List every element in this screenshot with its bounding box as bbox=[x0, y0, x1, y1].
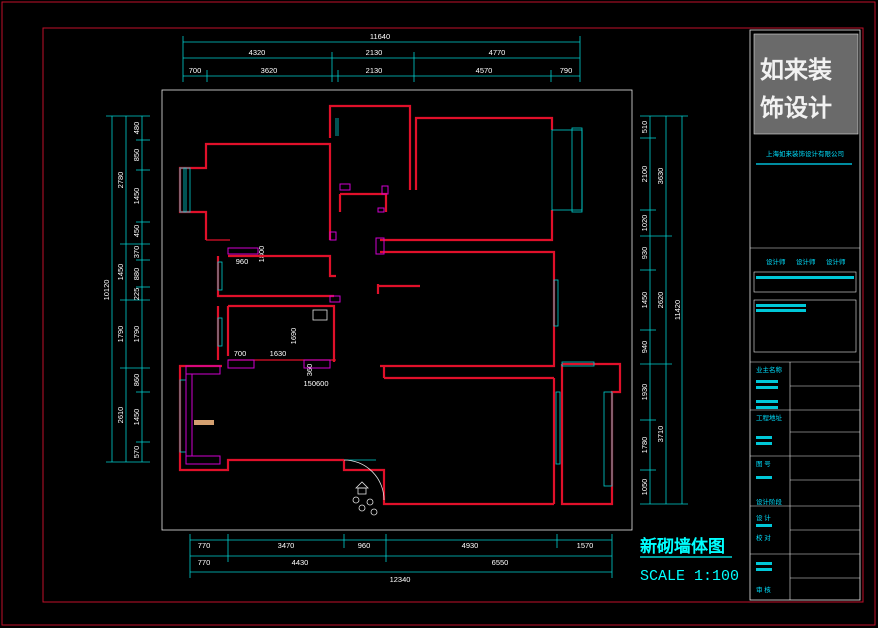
field-drawing-no: 图 号 bbox=[756, 460, 771, 468]
dim-interior-3: 1690 bbox=[289, 328, 298, 345]
top-dimension-lines bbox=[182, 36, 581, 82]
dim-interior-5: 150600 bbox=[303, 379, 328, 388]
door-marker bbox=[194, 420, 214, 425]
shaft-marker bbox=[312, 309, 328, 321]
left-dimension-lines bbox=[106, 115, 150, 463]
dim-top-row2-4: 790 bbox=[560, 66, 573, 75]
field-stage: 设计阶段 bbox=[756, 497, 783, 506]
dim-top-row1-2: 4770 bbox=[489, 48, 506, 57]
dim-top-total: 11640 bbox=[370, 32, 390, 41]
dim-left-row1-2: 1790 bbox=[116, 326, 125, 343]
field-approve: 审 核 bbox=[756, 585, 771, 594]
drawing-title: 新砌墙体图 bbox=[640, 536, 725, 557]
dim-bottom-row1-1: 3470 bbox=[278, 541, 295, 550]
drawing-scale: SCALE 1:100 bbox=[640, 568, 739, 585]
dim-right-row2-2: 1020 bbox=[640, 215, 649, 232]
fixtures bbox=[185, 183, 389, 465]
designer-1: 设计师 bbox=[766, 257, 786, 266]
dim-left-row2-9: 1450 bbox=[132, 409, 141, 426]
dim-left-row2-1: 850 bbox=[132, 149, 141, 162]
dim-top-row2-1: 3620 bbox=[261, 66, 278, 75]
dim-top-row1-0: 4320 bbox=[249, 48, 266, 57]
dim-bottom-row1-0: 770 bbox=[198, 541, 211, 550]
dim-right-total: 11420 bbox=[673, 300, 682, 320]
project-bar bbox=[756, 276, 854, 279]
dim-right-row2-6: 1930 bbox=[640, 384, 649, 401]
dim-right-row1-2: 3710 bbox=[656, 426, 665, 443]
designer-3: 设计师 bbox=[826, 257, 846, 266]
dim-bottom-row1-3: 4930 bbox=[462, 541, 479, 550]
dim-left-row2-10: 570 bbox=[132, 446, 141, 459]
dim-right-row2-8: 1050 bbox=[640, 479, 649, 496]
company-name: 上海如来装饰设计有限公司 bbox=[766, 149, 844, 158]
dim-left-row2-7: 1790 bbox=[132, 326, 141, 343]
dim-interior-4: 360 bbox=[305, 364, 314, 377]
dim-top-row1-1: 2130 bbox=[366, 48, 383, 57]
dim-interior-1: 700 bbox=[234, 349, 247, 358]
bottom-dimension-lines bbox=[189, 534, 613, 578]
dim-right-row2-4: 1450 bbox=[640, 292, 649, 309]
dim-bottom-row1-2: 960 bbox=[358, 541, 371, 550]
outer-border bbox=[1, 1, 876, 626]
dim-left-row2-3: 450 bbox=[132, 225, 141, 238]
dim-top-row2-3: 4570 bbox=[476, 66, 493, 75]
dim-left-row1-1: 1450 bbox=[116, 264, 125, 281]
field-check: 校 对 bbox=[756, 533, 771, 542]
dim-bottom-row2-2: 6550 bbox=[492, 558, 509, 567]
dim-left-total: 10120 bbox=[102, 280, 111, 301]
designer-2: 设计师 bbox=[796, 257, 816, 266]
dim-left-row2-0: 480 bbox=[132, 122, 141, 135]
plant-symbol bbox=[343, 459, 385, 516]
logo-line-2: 饰设计 bbox=[760, 93, 832, 122]
dim-right-row2-0: 510 bbox=[640, 121, 649, 134]
dim-top-row2-2: 2130 bbox=[366, 66, 383, 75]
dim-top-row2-0: 700 bbox=[189, 66, 202, 75]
dim-left-row2-6: 225 bbox=[132, 288, 141, 301]
dim-right-row1-1: 2620 bbox=[656, 292, 665, 309]
dim-left-row1-0: 2780 bbox=[116, 172, 125, 189]
dim-left-row1-3: 2610 bbox=[116, 407, 125, 424]
dim-left-row2-8: 860 bbox=[132, 374, 141, 387]
dim-left-row2-2: 1450 bbox=[132, 188, 141, 205]
field-design: 设 计 bbox=[756, 513, 771, 522]
title-block: 如来装 饰设计 上海如来装饰设计有限公司 设计师 设计师 设计师 业主名称 工程… bbox=[749, 29, 861, 601]
dim-left-row2-4: 370 bbox=[132, 246, 141, 259]
floor-plan-drawing: 11640 4320 2130 4770 700 3620 2130 4570 790 770 34… bbox=[1, 1, 876, 626]
dim-interior-0: 960 bbox=[236, 257, 249, 266]
dim-bottom-total: 12340 bbox=[390, 575, 411, 584]
dim-left-row2-5: 880 bbox=[132, 268, 141, 281]
dim-right-row2-1: 2100 bbox=[640, 166, 649, 183]
dim-bottom-row1-4: 1570 bbox=[577, 541, 594, 550]
dim-right-row2-3: 930 bbox=[640, 247, 649, 260]
dimension-labels: 11640 4320 2130 4770 700 3620 2130 4570 790 770 34… bbox=[102, 32, 682, 584]
dim-bottom-row2-1: 4430 bbox=[292, 558, 309, 567]
dim-right-row1-0: 3630 bbox=[656, 168, 665, 185]
field-address: 工程地址 bbox=[756, 413, 783, 422]
inner-border bbox=[42, 27, 864, 603]
dim-interior-2: 1630 bbox=[270, 349, 287, 358]
dim-right-row2-7: 1780 bbox=[640, 437, 649, 454]
windows bbox=[179, 118, 613, 487]
dim-bottom-row2-0: 770 bbox=[198, 558, 211, 567]
field-owner: 业主名称 bbox=[756, 365, 783, 374]
logo-line-1: 如来装 bbox=[760, 55, 832, 84]
dim-right-row2-5: 940 bbox=[640, 341, 649, 354]
